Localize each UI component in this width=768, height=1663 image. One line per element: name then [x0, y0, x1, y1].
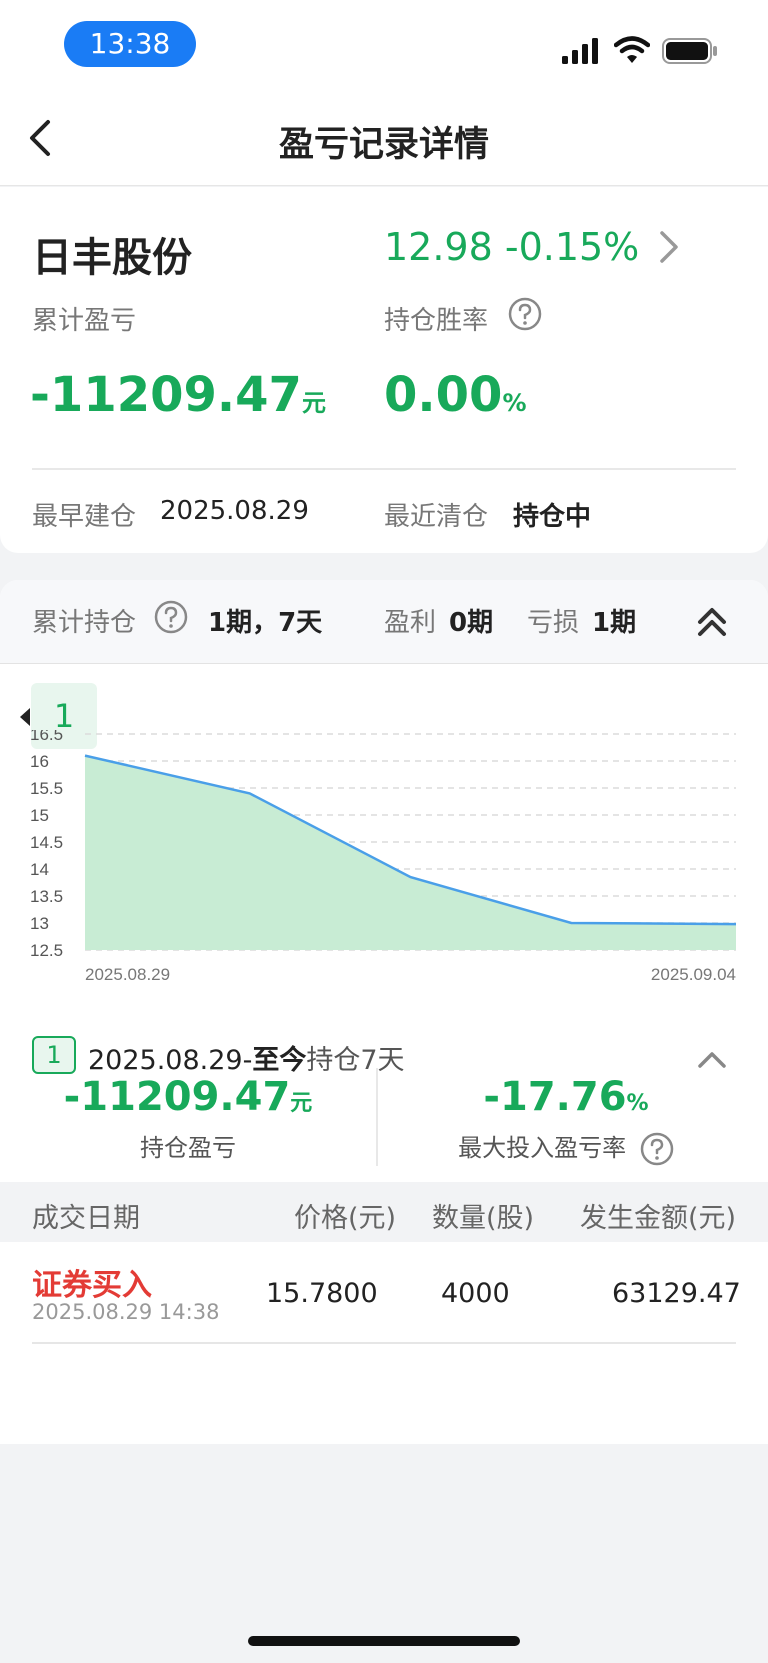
- y-tick-label: 16.5: [30, 730, 63, 744]
- win-rate-label: 持仓胜率: [384, 306, 489, 336]
- trade-price: 15.7800: [266, 1278, 378, 1309]
- max-rate-unit: %: [626, 1091, 649, 1116]
- y-tick-label: 14: [30, 860, 49, 879]
- home-indicator: [248, 1636, 520, 1646]
- battery-icon: [662, 38, 717, 64]
- cumulative-pnl-value: -11209.47元: [30, 367, 326, 423]
- holding-detail-card: 累计持仓 1期，7天 盈利 0期 亏损 1期 1 16.5 16 15.5 15 14.…: [0, 580, 768, 1444]
- stock-price-change[interactable]: 12.98 -0.15%: [384, 225, 639, 269]
- help-icon[interactable]: [640, 1132, 674, 1166]
- loss-label: 亏损: [527, 608, 580, 638]
- collapse-double-chevron-icon[interactable]: [694, 602, 730, 642]
- col-amount: 发生金额(元): [580, 1203, 737, 1234]
- holding-pnl-label: 持仓盈亏: [140, 1134, 236, 1162]
- chevron-up-icon[interactable]: [696, 1048, 728, 1070]
- trade-type: 证券买入: [32, 1268, 152, 1303]
- period-stats: -11209.47元 持仓盈亏 -17.76% 最大投入盈亏率: [0, 1068, 768, 1180]
- holding-value: 1期，7天: [208, 608, 323, 638]
- cumulative-pnl-unit: 元: [301, 389, 326, 417]
- nav-bar: 盈亏记录详情: [0, 90, 768, 186]
- win-rate-unit: %: [502, 389, 527, 417]
- cumulative-pnl-number: -11209.47: [30, 367, 302, 423]
- y-tick-label: 13: [30, 914, 49, 933]
- first-open-value: 2025.08.29: [160, 496, 309, 526]
- col-qty: 数量(股): [432, 1203, 535, 1234]
- status-time: 13:38: [64, 21, 196, 67]
- help-icon[interactable]: [154, 600, 188, 634]
- first-open-label: 最早建仓: [32, 502, 137, 532]
- loss-value: 1期: [592, 608, 637, 638]
- holding-summary-row: 累计持仓 1期，7天 盈利 0期 亏损 1期: [0, 580, 768, 664]
- x-tick-label-start: 2025.08.29: [85, 965, 170, 984]
- win-rate-number: 0.00: [384, 367, 503, 423]
- pnl-area-chart: 16.5 16 15.5 15 14.5 14 13.5 13 12.5 2025.08.29 20…: [30, 730, 737, 984]
- holding-pnl-stat: -11209.47元 持仓盈亏: [0, 1068, 376, 1180]
- row-divider: [32, 1342, 736, 1344]
- status-bar: 13:38: [0, 0, 768, 90]
- last-close-value: 持仓中: [513, 502, 592, 532]
- stock-overview-card: 日丰股份 12.98 -0.15% 累计盈亏 持仓胜率 -11209.47元 0…: [0, 187, 768, 553]
- page-title: 盈亏记录详情: [278, 125, 489, 165]
- help-icon[interactable]: [508, 297, 542, 331]
- holding-pnl-number: -11209.47: [63, 1074, 291, 1120]
- area-fill: [85, 755, 736, 950]
- cellular-signal-icon: [562, 38, 598, 64]
- col-price: 价格(元): [294, 1203, 397, 1234]
- holding-pnl-value: -11209.47元: [0, 1074, 376, 1120]
- chevron-right-icon[interactable]: [656, 227, 682, 267]
- trade-amount: 63129.47: [612, 1278, 741, 1309]
- profit-label: 盈利: [384, 608, 437, 638]
- cumulative-pnl-label: 累计盈亏: [32, 306, 137, 336]
- y-tick-label: 13.5: [30, 887, 63, 906]
- table-row[interactable]: 证券买入 2025.08.29 14:38 15.7800 4000 63129…: [0, 1242, 768, 1340]
- y-tick-label: 16: [30, 752, 49, 771]
- y-tick-label: 15.5: [30, 779, 63, 798]
- trade-time: 2025.08.29 14:38: [32, 1300, 220, 1324]
- scroll-left-icon[interactable]: [20, 708, 30, 726]
- max-rate-stat: -17.76% 最大投入盈亏率: [378, 1068, 754, 1180]
- max-rate-label-row: 最大投入盈亏率: [378, 1128, 754, 1166]
- y-tick-label: 12.5: [30, 941, 63, 960]
- max-rate-number: -17.76: [483, 1074, 627, 1120]
- max-rate-label: 最大投入盈亏率: [458, 1134, 627, 1162]
- win-rate-value: 0.00%: [384, 367, 526, 423]
- x-tick-label-end: 2025.09.04: [651, 965, 736, 984]
- wifi-icon: [614, 36, 650, 63]
- stock-name: 日丰股份: [32, 235, 192, 281]
- last-close-label: 最近清仓: [384, 502, 489, 532]
- holding-label: 累计持仓: [32, 608, 137, 638]
- holding-pnl-unit: 元: [290, 1091, 313, 1116]
- y-tick-label: 15: [30, 806, 49, 825]
- max-rate-value: -17.76%: [378, 1074, 754, 1120]
- divider: [32, 468, 736, 470]
- y-tick-label: 14.5: [30, 833, 63, 852]
- col-date: 成交日期: [32, 1203, 140, 1234]
- trade-table-header: 成交日期 价格(元) 数量(股) 发生金额(元): [0, 1182, 768, 1242]
- trade-qty: 4000: [441, 1278, 510, 1309]
- profit-value: 0期: [449, 608, 494, 638]
